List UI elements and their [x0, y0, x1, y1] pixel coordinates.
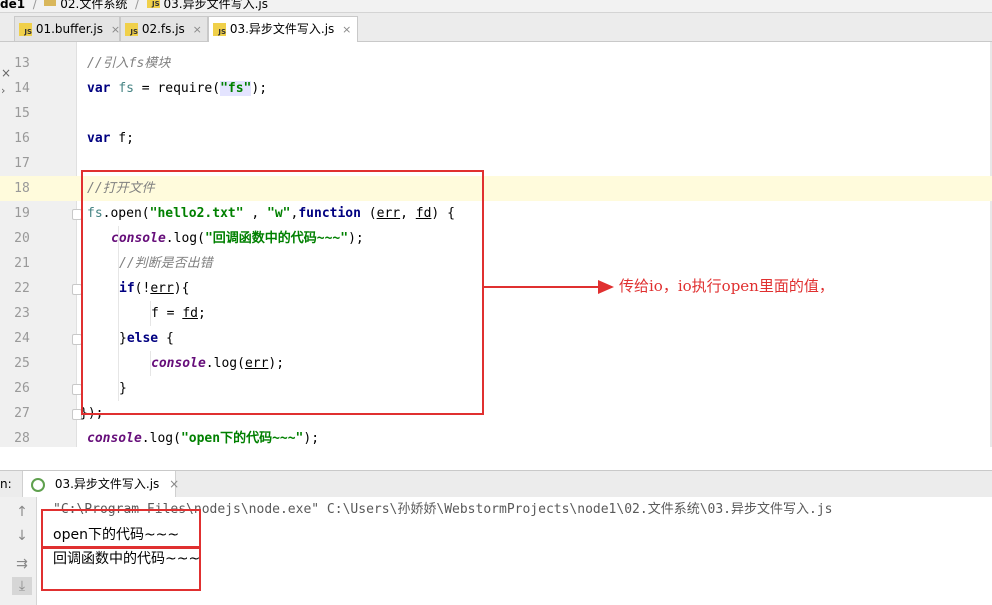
- js-file-icon: JS: [213, 23, 226, 36]
- line-number: 19: [14, 206, 30, 221]
- code-line-28: 28 console.log("open下的代码~~~");: [0, 426, 992, 447]
- tab-fs[interactable]: JS 02.fs.js ×: [120, 16, 208, 41]
- close-icon[interactable]: ×: [193, 23, 202, 36]
- close-icon[interactable]: ×: [169, 477, 179, 491]
- close-icon[interactable]: ×: [342, 23, 351, 36]
- output-highlight-box: [41, 546, 201, 591]
- line-number: 16: [14, 131, 30, 146]
- run-tab-label: 03.异步文件写入.js: [54, 477, 160, 491]
- code-text: var fs = require("fs");: [87, 81, 268, 96]
- annotation-box: [81, 170, 484, 415]
- editor-tabs: JS 01.buffer.js × JS 02.fs.js × JS 03.异步…: [0, 13, 992, 42]
- tab-label: 03.异步文件写入.js: [229, 22, 335, 36]
- console-toolbar: ↑ ↓ ⇉ ⤓: [0, 497, 37, 605]
- tab-async-write[interactable]: JS 03.异步文件写入.js ×: [208, 16, 358, 42]
- annotation-text: 传给io，io执行open里面的值，: [619, 277, 834, 295]
- js-file-icon: JS: [125, 23, 138, 36]
- js-file-icon: JS: [146, 0, 160, 8]
- line-number: 26: [14, 381, 30, 396]
- line-number: 28: [14, 431, 30, 446]
- code-line-14: 14 var fs = require("fs");: [0, 76, 992, 101]
- breadcrumb: de1 / 02.文件系统 / JS 03.异步文件写入.js: [0, 0, 992, 13]
- line-number: 17: [14, 156, 30, 171]
- run-toolbar: n: 03.异步文件写入.js ×: [0, 470, 992, 498]
- down-arrow-icon[interactable]: ↓: [12, 527, 32, 545]
- code-line-13: 13 //引入fs模块: [0, 51, 992, 76]
- run-config-icon: [31, 477, 45, 492]
- js-file-icon: JS: [19, 23, 32, 36]
- line-number: 23: [14, 306, 30, 321]
- line-number: 20: [14, 231, 30, 246]
- code-text: console.log("open下的代码~~~");: [87, 431, 320, 446]
- tab-buffer[interactable]: JS 01.buffer.js ×: [14, 16, 120, 41]
- up-arrow-icon[interactable]: ↑: [12, 503, 32, 521]
- line-number: 15: [14, 106, 30, 121]
- code-line-16: 16 var f;: [0, 126, 992, 151]
- line-number: 27: [14, 406, 30, 421]
- close-icon[interactable]: ×: [111, 23, 120, 36]
- line-number: 18: [14, 181, 30, 196]
- breadcrumb-project[interactable]: de1: [0, 0, 25, 10]
- line-number: 13: [14, 56, 30, 71]
- breadcrumb-file[interactable]: 03.异步文件写入.js: [163, 0, 268, 10]
- code-line-15: 15: [0, 101, 992, 126]
- folder-icon: [44, 0, 57, 6]
- line-number: 25: [14, 356, 30, 371]
- line-number: 22: [14, 281, 30, 296]
- code-text: var f;: [87, 131, 134, 146]
- tab-label: 02.fs.js: [141, 22, 185, 36]
- comment: //引入fs模块: [87, 56, 171, 71]
- line-number: 14: [14, 81, 30, 96]
- soft-wrap-icon[interactable]: ⇉: [12, 555, 32, 573]
- line-number: 21: [14, 256, 30, 271]
- line-number: 24: [14, 331, 30, 346]
- scroll-to-end-icon[interactable]: ⤓: [12, 577, 32, 595]
- tab-run-config[interactable]: 03.异步文件写入.js ×: [22, 471, 179, 497]
- output-highlight-box: [41, 509, 201, 549]
- breadcrumb-folder[interactable]: 02.文件系统: [60, 0, 127, 10]
- run-label: n:: [0, 477, 12, 491]
- annotation-arrow: [484, 280, 614, 294]
- tab-label: 01.buffer.js: [35, 22, 104, 36]
